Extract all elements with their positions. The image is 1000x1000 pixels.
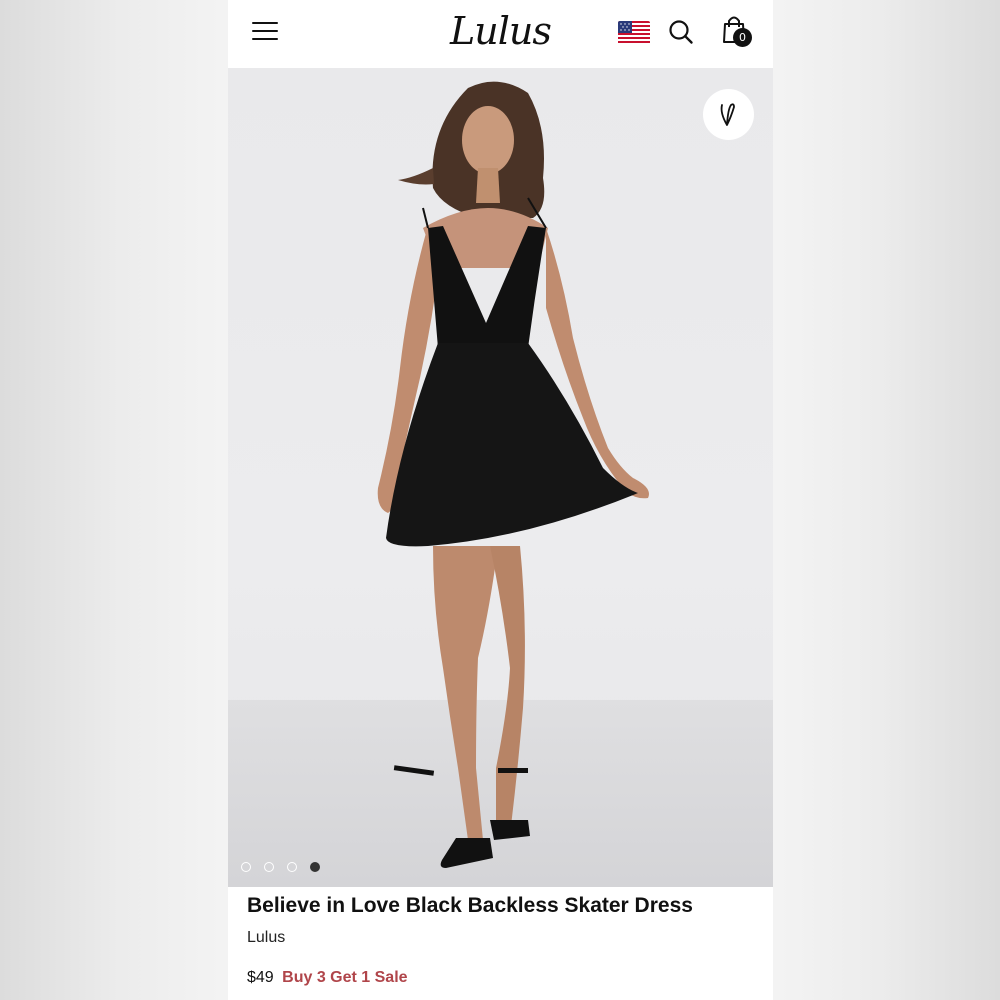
site-logo[interactable]: Lulus: [450, 6, 552, 56]
product-brand-link[interactable]: Lulus: [247, 929, 285, 947]
gallery-dot[interactable]: [287, 862, 297, 872]
cart-count-badge: 0: [733, 28, 752, 47]
wishlist-button[interactable]: [703, 89, 754, 140]
promo-link[interactable]: Buy 3 Get 1 Sale: [282, 969, 407, 986]
menu-icon[interactable]: [252, 20, 278, 42]
price-row: $49 Buy 3 Get 1 Sale: [247, 969, 408, 987]
gallery-dot-active[interactable]: [310, 862, 320, 872]
us-flag-icon[interactable]: [618, 21, 650, 45]
top-navigation-bar: Lulus 0: [228, 0, 773, 68]
gallery-dot[interactable]: [264, 862, 274, 872]
gallery-dot[interactable]: [241, 862, 251, 872]
product-photo: [377, 81, 649, 868]
gallery-pagination: [241, 862, 320, 872]
product-image-gallery[interactable]: [228, 68, 773, 887]
heart-icon: [720, 103, 735, 126]
product-price: $49: [247, 969, 274, 986]
search-icon[interactable]: [668, 19, 694, 45]
mobile-page: Lulus 0 Believe in Love Black Backless S…: [228, 0, 773, 1000]
product-title: Believe in Love Black Backless Skater Dr…: [247, 894, 693, 917]
